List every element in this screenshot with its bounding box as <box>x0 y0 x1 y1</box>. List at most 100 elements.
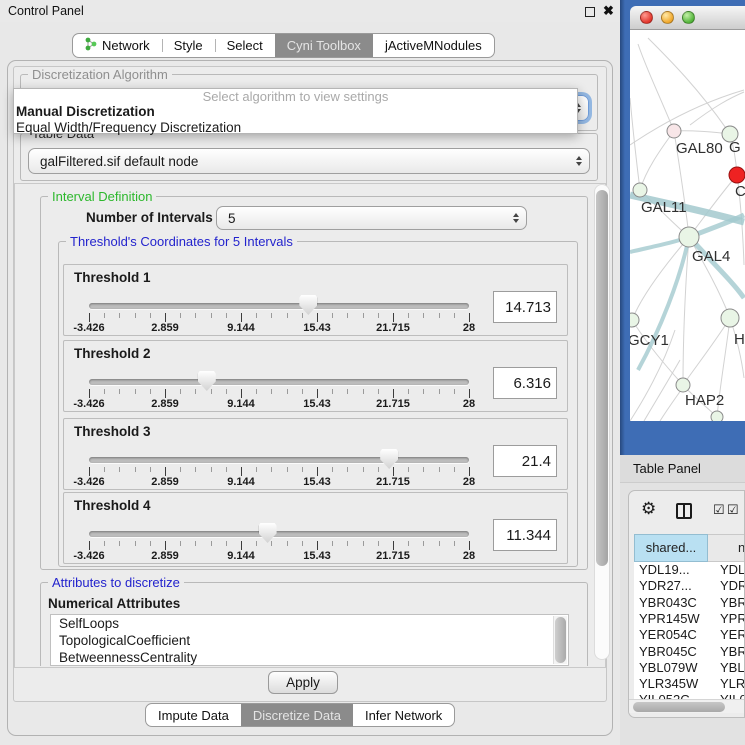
network-node-hap2[interactable] <box>676 378 690 392</box>
network-node-gcy1[interactable] <box>630 313 639 327</box>
table-cell[interactable]: YBR0 <box>720 595 745 611</box>
threshold-slider-handle[interactable] <box>380 449 398 469</box>
table-cell[interactable]: YBR043C <box>639 595 697 611</box>
dropdown-placeholder-item[interactable]: Select algorithm to view settings <box>14 89 577 104</box>
threshold-value-input[interactable]: 11.344 <box>493 519 557 551</box>
apply-button[interactable]: Apply <box>268 671 338 694</box>
table-cell[interactable]: YIL0 <box>720 692 745 699</box>
attribute-list-item[interactable]: BetweennessCentrality <box>51 649 568 666</box>
bottom-tab-infer-network[interactable]: Infer Network <box>353 704 454 726</box>
table-cell[interactable]: YBR045C <box>639 644 697 660</box>
threshold-value-input[interactable]: 14.713 <box>493 291 557 323</box>
table-row[interactable]: YBR043C YBR0 <box>634 595 745 611</box>
network-node-gal80[interactable] <box>667 124 681 138</box>
panel-scrollbar-thumb[interactable] <box>596 190 608 566</box>
table-cell[interactable]: YLR345W <box>639 676 698 692</box>
threshold-slider-track[interactable] <box>89 303 469 309</box>
table-cell[interactable]: YER0 <box>720 627 745 643</box>
column-layout-icon[interactable] <box>676 503 692 519</box>
table-row[interactable]: YLR345W YLR3 <box>634 676 745 692</box>
threshold-value-input[interactable]: 6.316 <box>493 367 557 399</box>
table-cell[interactable]: YER054C <box>639 627 697 643</box>
network-node-label: G <box>729 139 741 156</box>
table-cell[interactable]: YBR0 <box>720 644 745 660</box>
attributes-list-scrollbar-thumb[interactable] <box>555 617 566 663</box>
tab-style[interactable]: Style <box>162 34 215 57</box>
table-panel: ⚙ ☑ ☑ shared... n YDL19...YDL1YDR27...YD… <box>628 490 745 718</box>
numerical-attributes-list: SelfLoopsTopologicalCoefficientBetweenne… <box>50 614 569 666</box>
network-edge <box>644 360 680 421</box>
network-view-canvas[interactable]: GAL80GCGAL11GAL4GCY1HHAP2 <box>630 30 745 421</box>
checkbox-checked-icon[interactable]: ☑ <box>727 502 739 518</box>
table-row[interactable]: YER054C YER0 <box>634 627 745 643</box>
dropdown-option-manual-discretization[interactable]: Manual Discretization <box>14 104 577 119</box>
tab-cyni-toolbox[interactable]: Cyni Toolbox <box>275 34 373 57</box>
table-cell[interactable]: YBL079W <box>639 660 698 676</box>
number-of-intervals-combobox[interactable]: 5 <box>216 206 527 230</box>
threshold-slider-handle[interactable] <box>259 523 277 543</box>
control-panel-titlebar: Control Panel <box>0 0 620 22</box>
bottom-tab-discretize-data[interactable]: Discretize Data <box>241 704 353 726</box>
table-row[interactable]: YBR045C YBR0 <box>634 644 745 660</box>
network-node-h[interactable] <box>721 309 739 327</box>
combo-stepper-icon[interactable] <box>569 149 589 173</box>
threshold-slider-track[interactable] <box>89 379 469 385</box>
threshold-value-input[interactable]: 21.4 <box>493 445 557 477</box>
threshold-slider-handle[interactable] <box>299 295 317 315</box>
tick-label: 15.43 <box>303 550 331 562</box>
threshold-slider-handle[interactable] <box>198 371 216 391</box>
slider-tick-labels: -3.4262.8599.14415.4321.71528 <box>89 476 469 488</box>
network-node-c[interactable] <box>729 167 745 183</box>
float-window-icon[interactable] <box>585 7 595 17</box>
network-icon <box>85 37 97 54</box>
table-horizontal-scrollbar[interactable] <box>629 699 744 713</box>
minimize-traffic-light-icon[interactable] <box>661 11 674 24</box>
tab-jactivemnodules[interactable]: jActiveMNodules <box>373 34 494 57</box>
network-node-gal11[interactable] <box>633 183 647 197</box>
attribute-list-item[interactable]: TopologicalCoefficient <box>51 632 568 649</box>
threshold-slider-track[interactable] <box>89 531 469 537</box>
table-cell[interactable]: YPR145W <box>639 611 700 627</box>
network-node-gal4[interactable] <box>679 227 699 247</box>
bottom-tab-impute-data[interactable]: Impute Data <box>146 704 241 726</box>
network-node-label: HAP2 <box>685 392 724 409</box>
tick-label: 2.859 <box>151 550 179 562</box>
network-node[interactable] <box>711 411 723 421</box>
dropdown-option-equal-width[interactable]: Equal Width/Frequency Discretization <box>14 120 577 135</box>
table-cell[interactable]: YIL052C <box>639 692 690 699</box>
table-data-combobox[interactable]: galFiltered.sif default node <box>28 148 590 174</box>
table-cell[interactable]: YDR2 <box>720 578 745 594</box>
column-header-shared[interactable]: shared... <box>634 534 708 562</box>
table-row[interactable]: YDL19... YDL1 <box>634 562 745 578</box>
table-cell[interactable]: YBL0 <box>720 660 745 676</box>
table-row[interactable]: YBL079W YBL0 <box>634 660 745 676</box>
attributes-list-scrollbar[interactable] <box>553 616 567 664</box>
tick-label: 21.715 <box>376 322 410 334</box>
table-cell[interactable]: YLR3 <box>720 676 745 692</box>
table-row[interactable]: YIL052C YIL0 <box>634 692 745 699</box>
threshold-slider-track[interactable] <box>89 457 469 463</box>
table-row[interactable]: YPR145W YPR1 <box>634 611 745 627</box>
close-traffic-light-icon[interactable] <box>640 11 653 24</box>
table-cell[interactable]: YDL1 <box>720 562 745 578</box>
table-row[interactable]: YDR27... YDR2 <box>634 578 745 594</box>
zoom-traffic-light-icon[interactable] <box>682 11 695 24</box>
table-cell[interactable]: YDL19... <box>639 562 690 578</box>
attribute-list-item[interactable]: SelfLoops <box>51 615 568 632</box>
checkbox-checked-icon[interactable]: ☑ <box>713 502 725 518</box>
table-cell[interactable]: YPR1 <box>720 611 745 627</box>
tab-select[interactable]: Select <box>215 34 275 57</box>
column-header-name[interactable]: n <box>708 534 745 562</box>
slider-tick-labels: -3.4262.8599.14415.4321.71528 <box>89 550 469 562</box>
table-cell[interactable]: YDR27... <box>639 578 692 594</box>
network-node-label: GCY1 <box>630 332 669 349</box>
table-horizontal-scrollbar-thumb[interactable] <box>633 702 725 712</box>
tick-label: -3.426 <box>73 550 104 562</box>
close-icon[interactable]: ✖ <box>603 3 614 19</box>
tab-network[interactable]: Network <box>73 34 162 57</box>
tick-label: 9.144 <box>227 398 255 410</box>
thresholds-group-title: Threshold's Coordinates for 5 Intervals <box>66 234 297 249</box>
table-data-value: galFiltered.sif default node <box>29 154 569 169</box>
gear-icon[interactable]: ⚙ <box>641 499 656 519</box>
combo-stepper-icon[interactable] <box>506 207 526 229</box>
